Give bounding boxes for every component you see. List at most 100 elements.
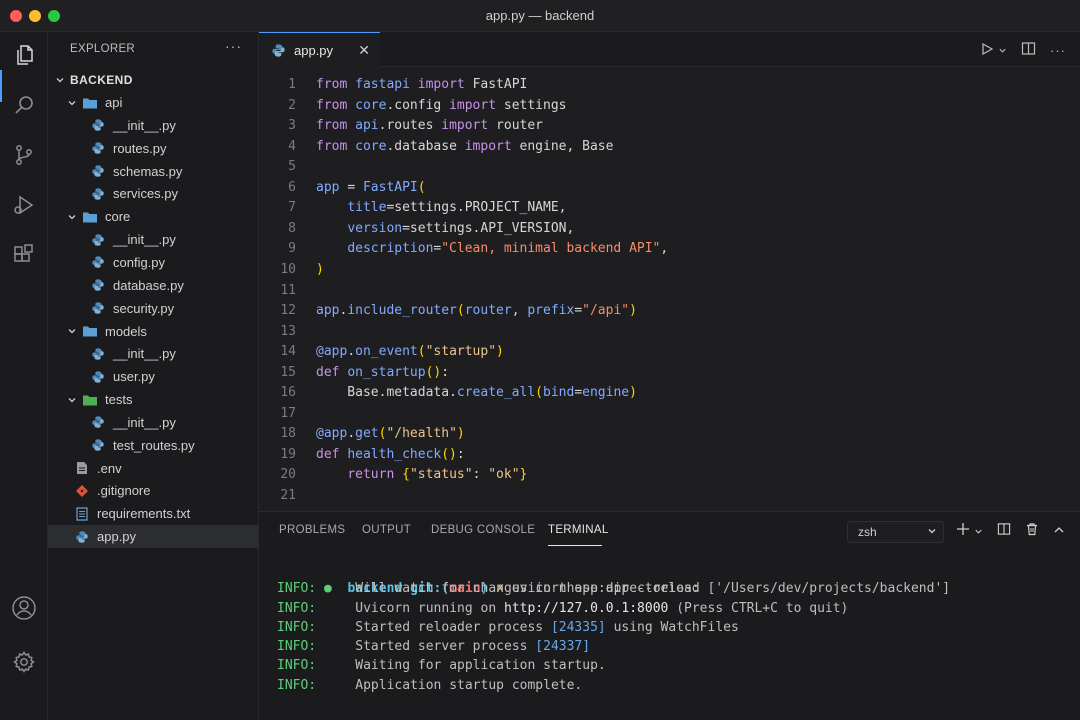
- code-token: app: [316, 303, 340, 319]
- log-text: Started server process: [355, 639, 536, 655]
- tree-file[interactable]: .gitignore: [48, 479, 258, 502]
- code-token: from: [316, 118, 356, 134]
- panel-tab-debug-console[interactable]: DEBUG CONSOLE: [431, 524, 535, 536]
- title-bar: app.py — backend: [0, 0, 1080, 32]
- terminal-log-line: INFO: Waiting for application startup.: [277, 656, 950, 675]
- source-control-icon[interactable]: [8, 139, 40, 171]
- tree-file[interactable]: __init__.py: [48, 228, 258, 251]
- code-line: 3 from api.routes import router: [259, 116, 1080, 136]
- search-icon[interactable]: [8, 89, 40, 121]
- terminal-log-line: INFO: Uvicorn running on http://127.0.0.…: [277, 599, 950, 618]
- tree-item-label: user.py: [113, 369, 155, 385]
- tree-file[interactable]: database.py: [48, 274, 258, 297]
- tree-folder-tests[interactable]: tests: [48, 388, 258, 411]
- run-file-button[interactable]: [980, 42, 994, 59]
- tree-file[interactable]: .env: [48, 457, 258, 480]
- code-token: (: [456, 303, 465, 319]
- split-editor-icon[interactable]: [1021, 41, 1036, 59]
- tree-item-label: models: [105, 323, 147, 339]
- run-debug-icon[interactable]: [8, 189, 40, 221]
- code-line: 17: [259, 404, 1080, 424]
- tree-item-label: database.py: [113, 277, 184, 293]
- tree-item-label: test_routes.py: [113, 437, 195, 453]
- line-number: 1: [288, 77, 296, 92]
- code-text: def on_startup():: [316, 363, 449, 383]
- python-file-icon: [90, 346, 106, 362]
- code-text: @app.on_event("startup"): [316, 342, 504, 362]
- tree-file[interactable]: services.py: [48, 182, 258, 205]
- python-file-icon: [271, 43, 286, 58]
- new-terminal-plus-icon[interactable]: [956, 522, 970, 539]
- tree-folder-api[interactable]: api: [48, 91, 258, 114]
- files-icon[interactable]: [8, 39, 40, 71]
- tree-file[interactable]: __init__.py: [48, 114, 258, 137]
- line-number: 15: [280, 364, 296, 380]
- code-token: settings: [503, 97, 567, 113]
- chevron-down-icon: [66, 394, 78, 406]
- tree-root-backend[interactable]: BACKEND: [48, 68, 258, 91]
- terminal-output[interactable]: ● backend git:(main) ✗ uvicorn app:app -…: [277, 560, 950, 695]
- code-token: ): [629, 303, 637, 319]
- account-icon[interactable]: [8, 592, 40, 624]
- panel-tab-output[interactable]: OUTPUT: [362, 524, 411, 536]
- panel-tab-terminal[interactable]: TERMINAL: [548, 524, 609, 536]
- python-file-icon: [90, 232, 106, 248]
- line-number: 13: [280, 323, 296, 339]
- code-token: import: [441, 118, 497, 134]
- split-terminal-icon[interactable]: [997, 522, 1011, 539]
- run-dropdown-chevron-icon[interactable]: [998, 43, 1007, 58]
- code-text: from fastapi import FastAPI: [316, 75, 527, 95]
- log-level: INFO:: [277, 677, 317, 693]
- log-level: INFO:: [277, 658, 317, 674]
- code-line: 4 from core.database import engine, Base: [259, 137, 1080, 157]
- tree-folder-models[interactable]: models: [48, 320, 258, 343]
- tree-file[interactable]: routes.py: [48, 137, 258, 160]
- log-text: Waiting for application startup.: [355, 658, 606, 674]
- tree-file[interactable]: test_routes.py: [48, 434, 258, 457]
- tree-file[interactable]: user.py: [48, 365, 258, 388]
- maximize-panel-chevron-up-icon[interactable]: [1053, 523, 1065, 539]
- tab-close-button[interactable]: ✕: [358, 42, 370, 59]
- tree-file[interactable]: app.py: [48, 525, 258, 549]
- log-text[interactable]: http://127.0.0.1:8000: [504, 601, 668, 616]
- tab-label: app.py: [294, 42, 334, 58]
- tree-file[interactable]: schemas.py: [48, 160, 258, 183]
- tree-folder-core[interactable]: core: [48, 205, 258, 228]
- trash-icon[interactable]: [1025, 522, 1039, 539]
- python-file-icon: [90, 277, 106, 293]
- explorer-more-actions-button[interactable]: ···: [225, 38, 242, 54]
- tree-file[interactable]: config.py: [48, 251, 258, 274]
- tree-file[interactable]: __init__.py: [48, 411, 258, 434]
- tab-app-py[interactable]: app.py ✕: [259, 32, 380, 67]
- code-line: 7 title=settings.PROJECT_NAME,: [259, 198, 1080, 218]
- extensions-icon[interactable]: [8, 239, 40, 271]
- tree-file[interactable]: __init__.py: [48, 342, 258, 365]
- code-token: =: [574, 303, 583, 319]
- editor-tab-bar: app.py ✕ ···: [259, 32, 1080, 67]
- panel-tab-problems[interactable]: PROBLEMS: [279, 524, 345, 536]
- python-file-icon: [74, 529, 90, 545]
- code-token: ): [629, 385, 637, 401]
- settings-gear-icon[interactable]: [8, 646, 40, 678]
- tree-file[interactable]: requirements.txt: [48, 502, 258, 525]
- code-token: :: [456, 446, 465, 462]
- code-line: 20 return {"status": "ok"}: [259, 465, 1080, 485]
- code-token: bind: [543, 385, 575, 401]
- tree-root-label: BACKEND: [70, 72, 133, 87]
- tree-file[interactable]: security.py: [48, 297, 258, 320]
- terminal-dropdown-chevron-icon[interactable]: [974, 523, 983, 539]
- terminal-shell-select[interactable]: zsh: [847, 521, 944, 543]
- code-token: engine: [582, 385, 630, 401]
- chevron-down-icon: [66, 325, 78, 337]
- code-token: }: [519, 467, 528, 483]
- terminal-log-line: INFO: Started reloader process [24335] u…: [277, 618, 950, 637]
- line-number: 11: [280, 282, 296, 298]
- code-token: (): [441, 446, 457, 462]
- code-editor[interactable]: 1 from fastapi import FastAPI 2 from core.c…: [259, 67, 1080, 511]
- code-token: :: [441, 364, 450, 380]
- editor-more-actions-icon[interactable]: ···: [1050, 43, 1066, 58]
- bottom-panel: PROBLEMS OUTPUT DEBUG CONSOLE TERMINAL z…: [259, 511, 1080, 720]
